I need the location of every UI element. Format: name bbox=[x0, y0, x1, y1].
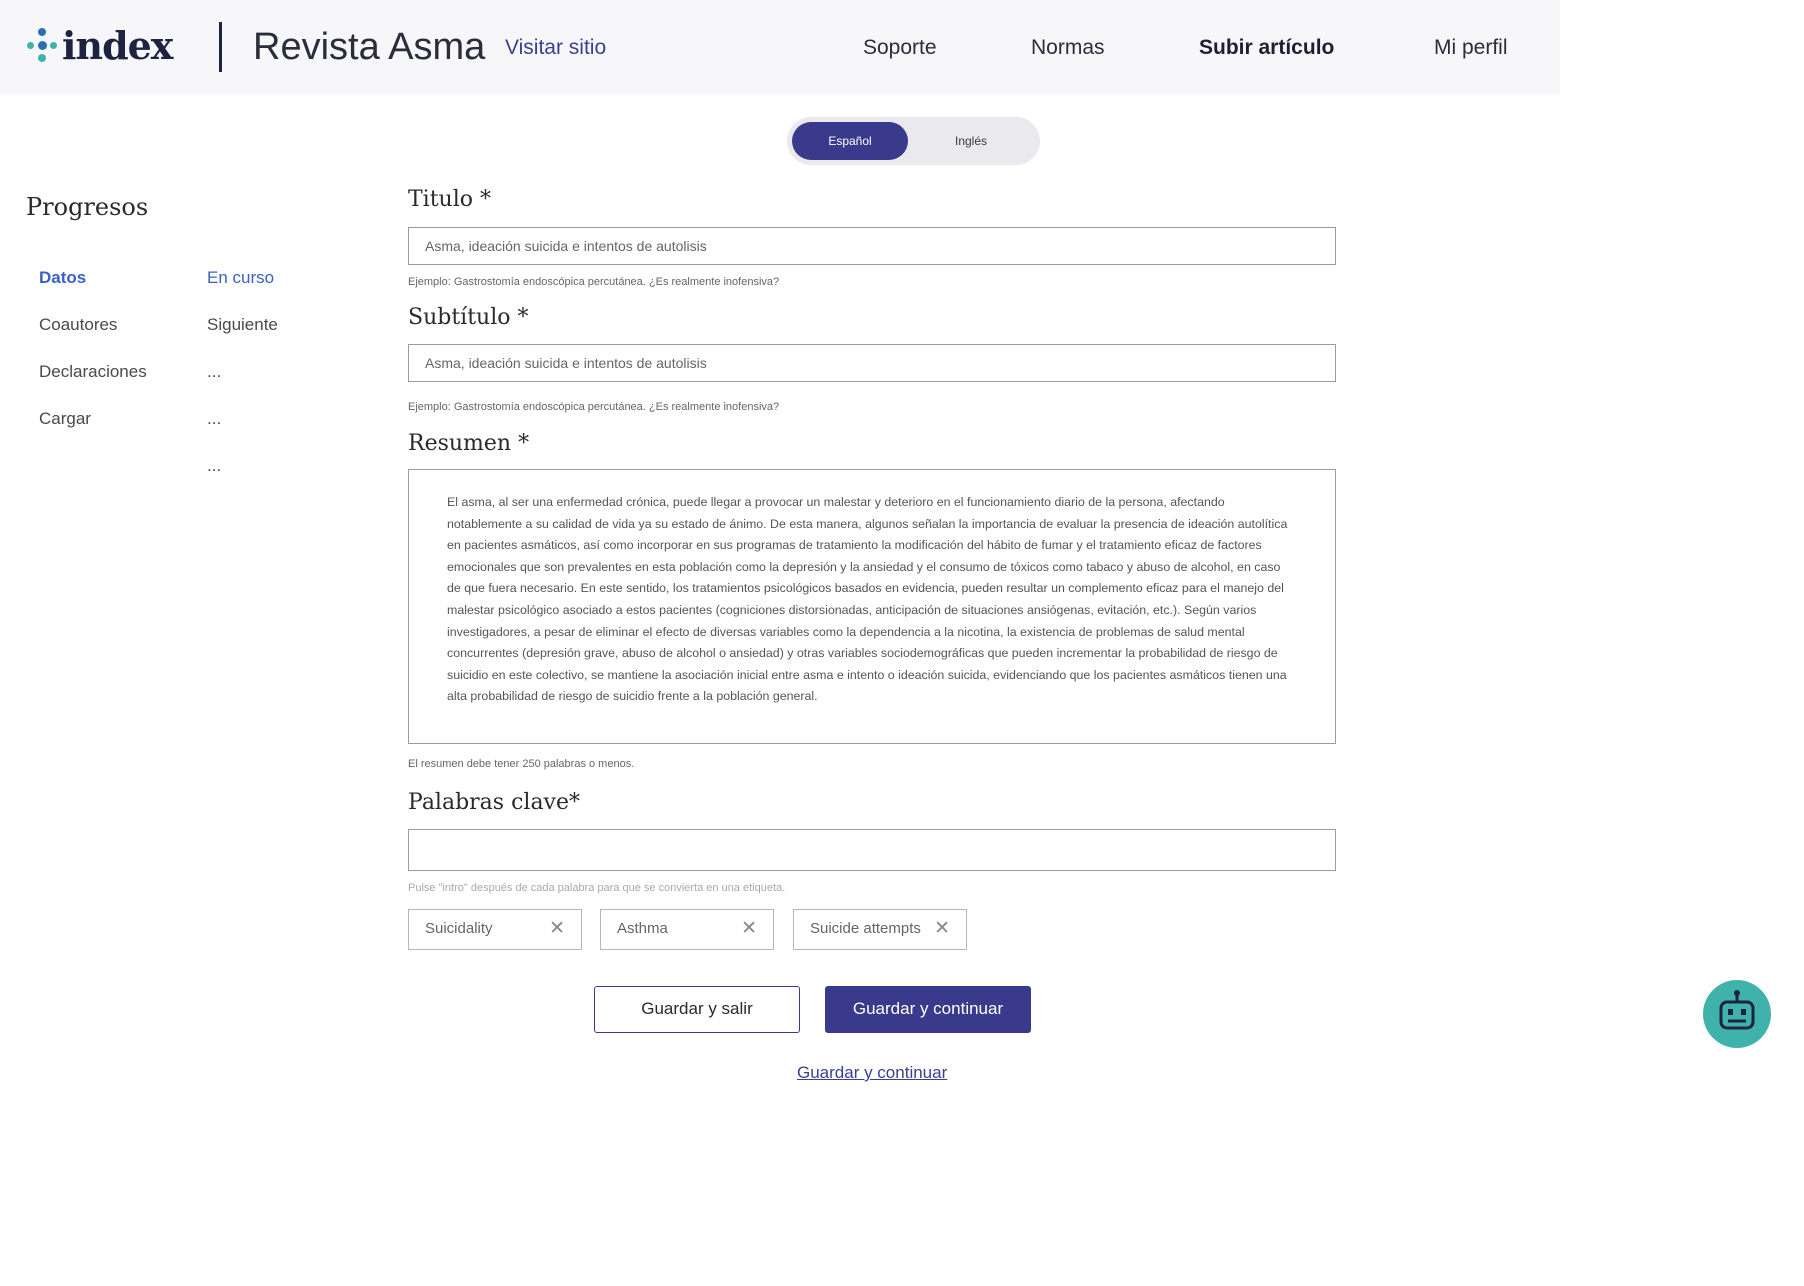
logo-text: index bbox=[62, 23, 173, 68]
keywords-input[interactable] bbox=[408, 829, 1336, 871]
step-cargar-status: ... bbox=[207, 409, 222, 428]
close-icon[interactable]: ✕ bbox=[741, 910, 757, 948]
abstract-label: Resumen * bbox=[408, 431, 530, 456]
visit-site-link[interactable]: Visitar sitio bbox=[505, 35, 606, 61]
step-declaraciones-status: ... bbox=[207, 362, 222, 381]
step-coautores[interactable]: Coautores bbox=[39, 314, 117, 336]
nav-subir-articulo[interactable]: Subir artículo bbox=[1199, 35, 1334, 61]
keywords-hint: Pulse "intro" después de cada palabra pa… bbox=[408, 882, 786, 894]
title-label: Titulo * bbox=[408, 187, 491, 212]
subtitle-hint: Ejemplo: Gastrostomía endoscópica percut… bbox=[408, 401, 780, 413]
header-divider bbox=[219, 22, 222, 72]
save-exit-button[interactable]: Guardar y salir bbox=[594, 986, 800, 1033]
keyword-tag-label: Suicidality bbox=[425, 920, 493, 937]
save-continue-link[interactable]: Guardar y continuar bbox=[797, 1062, 947, 1084]
close-icon[interactable]: ✕ bbox=[549, 910, 565, 948]
language-toggle: Español Inglés bbox=[787, 117, 1040, 165]
step-coautores-status: Siguiente bbox=[207, 315, 278, 334]
subtitle-label: Subtítulo * bbox=[408, 305, 529, 330]
abstract-hint: El resumen debe tener 250 palabras o men… bbox=[408, 758, 635, 770]
keyword-tag: Asthma ✕ bbox=[600, 909, 774, 950]
subtitle-input[interactable] bbox=[408, 344, 1336, 382]
nav-normas[interactable]: Normas bbox=[1031, 35, 1105, 61]
title-input[interactable] bbox=[408, 227, 1336, 265]
assistant-bot-button[interactable] bbox=[1703, 980, 1771, 1048]
save-continue-button[interactable]: Guardar y continuar bbox=[825, 986, 1031, 1033]
title-hint: Ejemplo: Gastrostomía endoscópica percut… bbox=[408, 276, 780, 288]
logo-dots-icon bbox=[24, 26, 60, 66]
step-cargar[interactable]: Cargar bbox=[39, 408, 91, 430]
keyword-tag-label: Asthma bbox=[617, 920, 668, 937]
close-icon[interactable]: ✕ bbox=[934, 910, 950, 948]
abstract-textarea[interactable]: El asma, al ser una enfermedad crónica, … bbox=[408, 469, 1336, 744]
nav-soporte[interactable]: Soporte bbox=[863, 35, 937, 61]
keyword-tag-label: Suicide attempts bbox=[810, 920, 921, 937]
journal-name: Revista Asma bbox=[253, 26, 486, 68]
step-declaraciones[interactable]: Declaraciones bbox=[39, 361, 147, 383]
step-datos-status: En curso bbox=[207, 268, 275, 287]
step-extra-status: ... bbox=[207, 456, 222, 475]
lang-option-espanol[interactable]: Español bbox=[792, 122, 908, 160]
step-datos[interactable]: Datos bbox=[39, 267, 86, 289]
keyword-tag: Suicide attempts ✕ bbox=[793, 909, 967, 950]
progress-title: Progresos bbox=[26, 193, 149, 221]
lang-option-ingles[interactable]: Inglés bbox=[913, 122, 1029, 160]
nav-mi-perfil[interactable]: Mi perfil bbox=[1434, 35, 1508, 61]
top-header: index Revista Asma Visitar sitio Soporte… bbox=[0, 0, 1560, 94]
index-logo[interactable]: index bbox=[24, 23, 173, 68]
robot-icon bbox=[1719, 990, 1755, 1030]
keywords-label: Palabras clave* bbox=[408, 790, 581, 815]
keyword-tag: Suicidality ✕ bbox=[408, 909, 582, 950]
